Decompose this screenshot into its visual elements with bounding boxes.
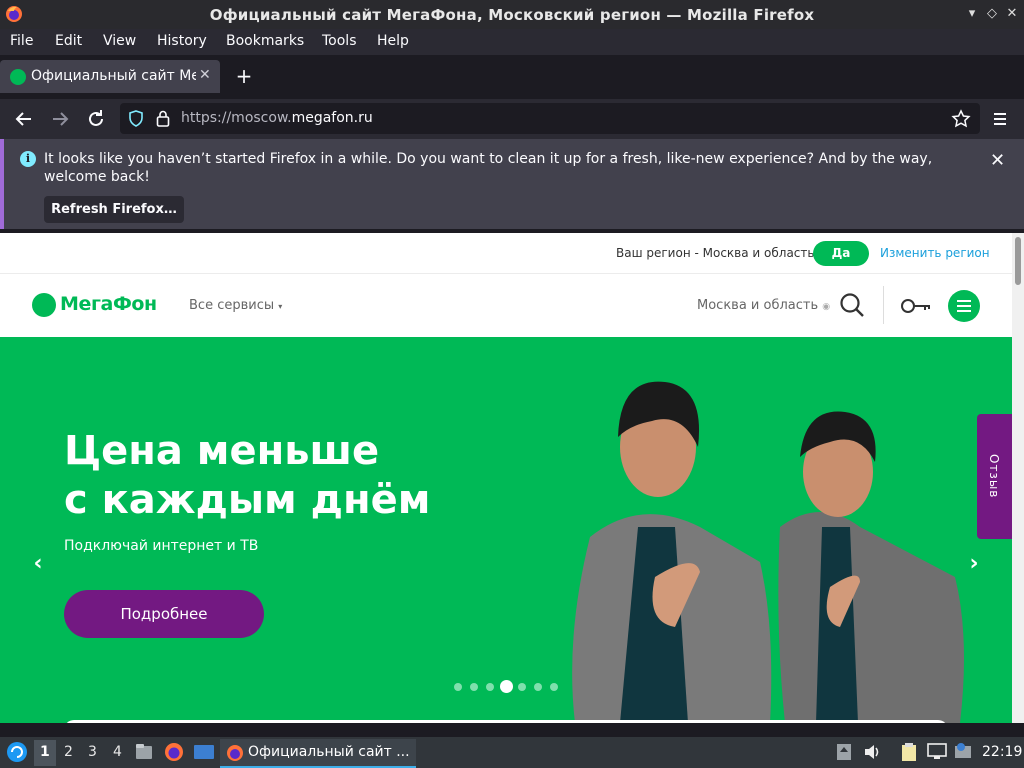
tab-strip: Официальный сайт МегаФона, Московский ре…: [0, 55, 1024, 99]
info-icon: i: [20, 151, 36, 167]
location-dot-icon: ◉: [822, 302, 831, 312]
city-label: Москва и область: [697, 298, 819, 313]
firefox-launcher-icon[interactable]: [164, 742, 184, 762]
new-tab-icon[interactable]: +: [234, 66, 254, 86]
hero-more-button[interactable]: Подробнее: [64, 590, 264, 638]
workspace-3[interactable]: 3: [88, 744, 97, 760]
hero-banner: Цена меньше с каждым днём Подключай инте…: [0, 337, 1012, 723]
file-manager-icon[interactable]: [134, 742, 154, 762]
menu-tools[interactable]: Tools: [322, 33, 357, 49]
start-menu-icon[interactable]: [6, 741, 28, 763]
window-title: Официальный сайт МегаФона, Московский ре…: [209, 6, 815, 24]
network-icon[interactable]: [927, 743, 947, 761]
feedback-label: Отзыв: [987, 454, 1001, 499]
clipboard-up-icon[interactable]: [836, 743, 852, 761]
site-header: МегаФон Все сервисы ▾ Москва и область ◉: [0, 273, 1012, 337]
refresh-firefox-button[interactable]: Refresh Firefox…: [44, 196, 184, 223]
all-services-dropdown[interactable]: Все сервисы ▾: [189, 298, 282, 313]
menu-bookmarks[interactable]: Bookmarks: [226, 33, 304, 49]
menu-help[interactable]: Help: [377, 33, 409, 49]
minimize-icon[interactable]: ▾: [964, 6, 980, 22]
megafon-favicon-icon: [10, 69, 26, 85]
hamburger-menu-icon[interactable]: [988, 107, 1012, 131]
refresh-notification: i It looks like you haven’t started Fire…: [0, 139, 1024, 229]
url-prefix: https://moscow.: [181, 110, 292, 126]
region-bar: Ваш регион - Москва и область? Да Измени…: [0, 233, 1012, 273]
logo-text: МегаФон: [60, 293, 157, 315]
url-text[interactable]: https://moscow.megafon.ru: [181, 110, 373, 126]
task-title: Официальный сайт ...: [248, 744, 410, 760]
slide-dot[interactable]: [454, 683, 462, 691]
site-menu-button[interactable]: [948, 290, 980, 322]
url-domain: megafon.ru: [291, 110, 373, 126]
web-page: Ваш регион - Москва и область? Да Измени…: [0, 233, 1012, 723]
window-titlebar: Официальный сайт МегаФона, Московский ре…: [0, 0, 1024, 29]
menu-history[interactable]: History: [157, 33, 207, 49]
region-confirm-button[interactable]: Да: [813, 241, 869, 266]
page-scrollbar[interactable]: [1012, 233, 1024, 723]
search-icon[interactable]: [838, 291, 866, 319]
tab-title: Официальный сайт МегаФона, Московский ре…: [31, 68, 196, 84]
notification-message: It looks like you haven’t started Firefo…: [44, 151, 933, 185]
prev-slide-icon[interactable]: ‹: [28, 552, 48, 576]
forward-icon[interactable]: [48, 107, 72, 131]
tab-close-icon[interactable]: ✕: [199, 67, 211, 83]
slide-dot-active[interactable]: [500, 680, 513, 693]
slide-dot[interactable]: [518, 683, 526, 691]
desktop-show-icon[interactable]: [193, 743, 215, 761]
hero-title: Цена меньше с каждым днём: [64, 427, 430, 525]
workspace-1[interactable]: 1: [40, 744, 50, 760]
login-key-icon[interactable]: [900, 296, 932, 316]
clock: 22:19: [982, 744, 1023, 760]
maximize-icon[interactable]: ◇: [984, 6, 1000, 22]
url-bar[interactable]: https://moscow.megafon.ru: [120, 103, 980, 134]
region-question: Ваш регион - Москва и область?: [616, 246, 821, 260]
change-region-link[interactable]: Изменить регион: [880, 246, 990, 260]
close-notification-icon[interactable]: ✕: [990, 150, 1005, 171]
menu-line: [957, 305, 971, 307]
hero-title-line2: с каждым днём: [64, 477, 431, 523]
bookmark-star-icon[interactable]: [951, 109, 971, 129]
feedback-tab[interactable]: Отзыв: [977, 414, 1012, 539]
scrollbar-thumb[interactable]: [1015, 237, 1021, 285]
slide-dot[interactable]: [534, 683, 542, 691]
slide-dot[interactable]: [470, 683, 478, 691]
next-slide-icon[interactable]: ›: [964, 552, 984, 576]
menu-view[interactable]: View: [103, 33, 136, 49]
firefox-task-icon: [227, 745, 243, 761]
menu-line: [957, 300, 971, 302]
megafon-logo-icon: [32, 293, 56, 317]
menu-file[interactable]: File: [10, 33, 33, 49]
tab-megafon[interactable]: Официальный сайт МегаФона, Московский ре…: [0, 60, 220, 93]
reload-icon[interactable]: [84, 107, 108, 131]
workspace-2[interactable]: 2: [64, 744, 73, 760]
banner-photo: [572, 381, 964, 723]
slide-dot[interactable]: [550, 683, 558, 691]
menu-edit[interactable]: Edit: [55, 33, 82, 49]
menu-line: [957, 310, 971, 312]
lock-icon[interactable]: [156, 110, 170, 127]
chevron-down-icon: ▾: [278, 302, 283, 311]
city-selector[interactable]: Москва и область ◉: [697, 298, 830, 313]
workspace-4[interactable]: 4: [113, 744, 122, 760]
header-divider: [883, 286, 884, 324]
back-icon[interactable]: [12, 107, 36, 131]
cards-top-edge: [64, 720, 948, 723]
close-window-icon[interactable]: ✕: [1004, 6, 1020, 22]
navigation-bar: https://moscow.megafon.ru: [0, 99, 1024, 139]
notes-icon[interactable]: [900, 742, 918, 762]
updates-icon[interactable]: [954, 742, 972, 760]
services-label: Все сервисы: [189, 298, 275, 313]
volume-icon[interactable]: [863, 743, 881, 761]
hero-subtitle: Подключай интернет и ТВ: [64, 538, 259, 554]
hero-title-line1: Цена меньше: [64, 428, 380, 474]
desktop-taskbar: 1 2 3 4 Официальный сайт ... 22:19: [0, 737, 1024, 768]
tracking-protection-icon[interactable]: [128, 110, 144, 127]
menu-bar: File Edit View History Bookmarks Tools H…: [0, 29, 1024, 55]
slide-dot[interactable]: [486, 683, 494, 691]
